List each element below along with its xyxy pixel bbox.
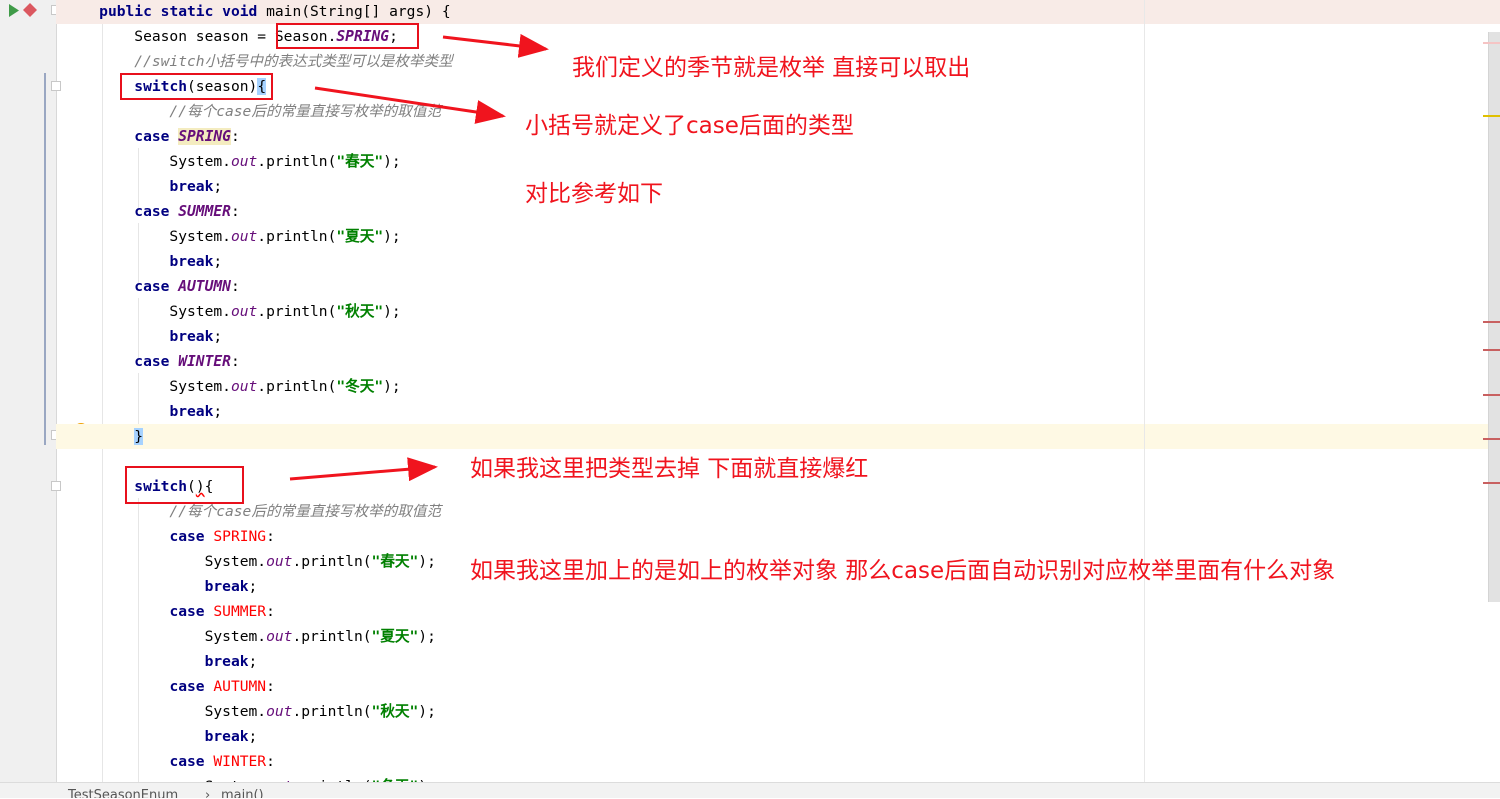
error-stripe-mark[interactable] [1483,321,1500,323]
arrow [442,33,549,58]
annotation-note: 对比参考如下 [525,181,663,207]
annotation-note: 如果我这里把类型去掉 下面就直接爆红 [470,456,869,482]
error-stripe-mark[interactable] [1483,349,1500,351]
arrow [289,457,438,482]
breadcrumb-bar: TestSeasonEnum › main() [0,782,1500,798]
warning-stripe-mark[interactable] [1483,115,1500,117]
error-stripe-mark[interactable] [1483,42,1500,44]
error-stripe-mark[interactable] [1483,394,1500,396]
error-stripe-mark[interactable] [1483,438,1500,440]
annotation-note: 小括号就定义了case后面的类型 [525,113,854,139]
vertical-scrollbar[interactable] [1488,32,1500,602]
annotation-note: 如果我这里加上的是如上的枚举对象 那么case后面自动识别对应枚举里面有什么对象 [470,558,1336,584]
error-stripe-mark[interactable] [1483,482,1500,484]
annotation-note: 我们定义的季节就是枚举 直接可以取出 [572,55,971,81]
arrow [314,86,506,124]
